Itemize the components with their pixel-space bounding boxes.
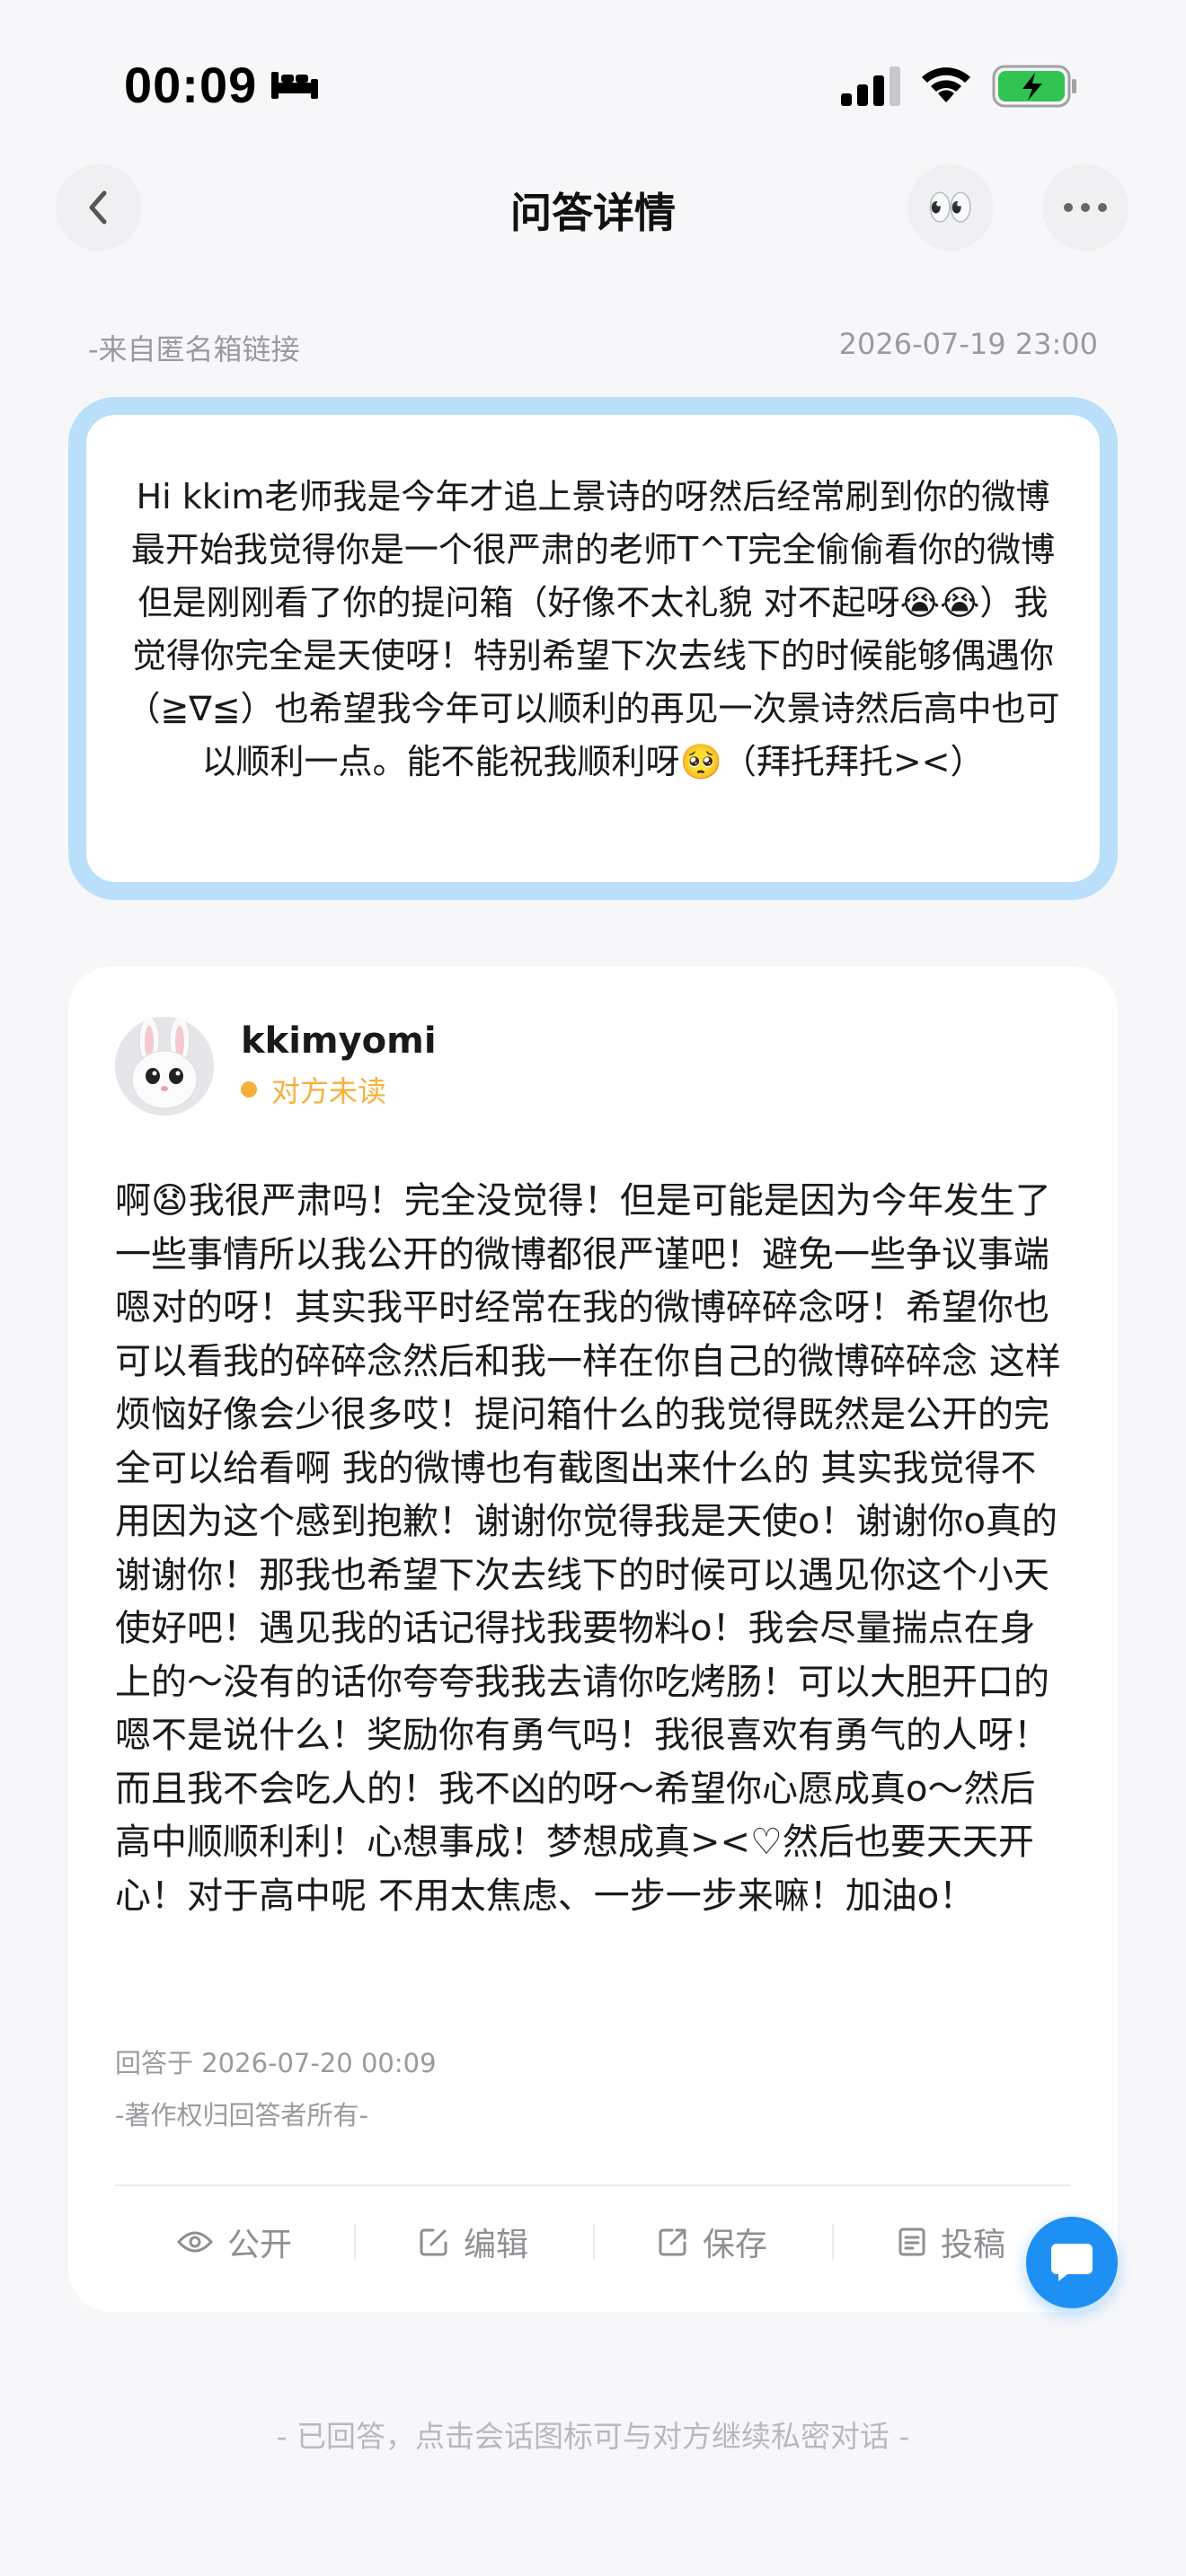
divider <box>115 2184 1071 2186</box>
share-out-icon <box>659 2228 686 2256</box>
status-time: 00:09 <box>124 57 258 113</box>
bed-icon <box>271 72 318 99</box>
question-card: Hi kkim老师我是今年才追上景诗的呀然后经常刷到你的微博最开始我觉得你是一个… <box>68 397 1118 900</box>
submit-label: 投稿 <box>940 2227 1005 2263</box>
question-datetime: 2026-07-19 23:00 <box>838 327 1098 361</box>
question-source: -来自匿名箱链接 <box>88 332 300 366</box>
answerer-username: kkimyomi <box>241 1020 437 1062</box>
edit-label: 编辑 <box>463 2227 528 2263</box>
eyes-button[interactable]: 👀 <box>907 164 994 251</box>
action-bar: 公开 编辑 保存 投稿 <box>115 2197 1071 2287</box>
edit-icon <box>420 2228 447 2256</box>
public-button[interactable]: 公开 <box>115 2197 354 2287</box>
chat-bubble-icon <box>1051 2244 1093 2281</box>
read-status: 对方未读 <box>271 1074 387 1108</box>
eyes-icon: 👀 <box>926 185 975 229</box>
more-icon <box>1064 203 1107 212</box>
save-label: 保存 <box>702 2227 767 2263</box>
copyright-note: -著作权归回答者所有- <box>115 2100 368 2130</box>
nav-bar: 问答详情 👀 <box>0 148 1186 296</box>
question-text: Hi kkim老师我是今年才追上景诗的呀然后经常刷到你的微博最开始我觉得你是一个… <box>126 477 1060 781</box>
answer-card: kkimyomi 对方未读 啊😧我很严肃吗！完全没觉得！但是可能是因为今年发生了… <box>68 966 1118 2312</box>
answer-text: 啊😧我很严肃吗！完全没觉得！但是可能是因为今年发生了一些事情所以我公开的微博都很… <box>115 1180 1061 1917</box>
edit-button[interactable]: 编辑 <box>354 2197 593 2287</box>
eye-icon <box>176 2231 213 2253</box>
battery-charging-icon <box>992 65 1076 108</box>
footer-note: - 已回答，点击会话图标可与对方继续私密对话 - <box>276 2419 910 2454</box>
submit-doc-icon <box>898 2228 925 2256</box>
avatar[interactable] <box>115 1017 214 1116</box>
public-label: 公开 <box>226 2227 292 2263</box>
status-bar: 00:09 <box>0 0 1186 148</box>
answered-at: 回答于 2026-07-20 00:09 <box>115 2048 437 2078</box>
save-button[interactable]: 保存 <box>593 2197 832 2287</box>
cellular-signal-icon <box>841 66 900 106</box>
chat-button[interactable] <box>1026 2217 1118 2308</box>
wifi-icon <box>922 67 970 102</box>
bunny-avatar-icon <box>115 1017 214 1116</box>
status-dot-icon <box>241 1081 257 1098</box>
page-title: 问答详情 <box>510 189 676 237</box>
more-button[interactable] <box>1042 164 1128 251</box>
